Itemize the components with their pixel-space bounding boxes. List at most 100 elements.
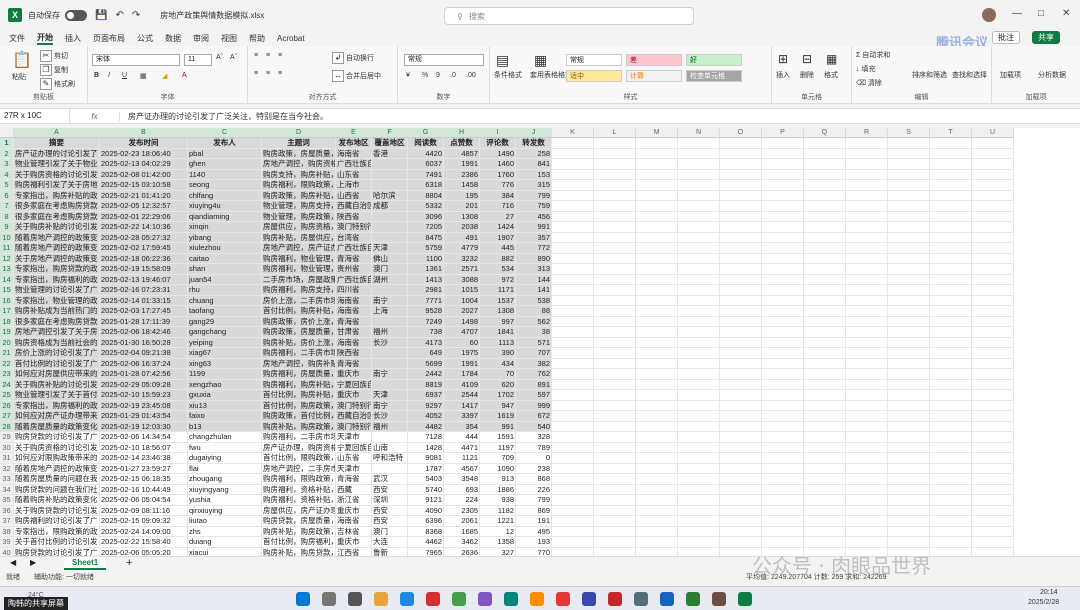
wrap-text-button[interactable]: ↲ 自动换行 (332, 52, 374, 64)
cell[interactable]: 4173 (408, 337, 444, 348)
table-row[interactable]: 28 随着房屋质量的政策变化 2025-02-19 12:03:30 b13 购房补贴，… (0, 421, 1014, 432)
empty-cell[interactable] (720, 148, 762, 159)
explorer-icon[interactable] (374, 592, 388, 606)
table-row[interactable]: 14 专家指出，购房福利的政 2025-02-13 19:46:07 juan54 二手… (0, 274, 1014, 285)
cell[interactable]: 597 (516, 390, 552, 401)
cell[interactable]: 4109 (444, 379, 480, 390)
empty-cell[interactable] (762, 516, 804, 527)
cell[interactable]: 房屋供应，购房资格， (262, 222, 336, 233)
cell[interactable]: rhu (188, 285, 262, 296)
empty-cell[interactable] (636, 337, 678, 348)
empty-cell[interactable] (720, 537, 762, 548)
cell[interactable]: 1015 (444, 285, 480, 296)
empty-cell[interactable] (678, 537, 720, 548)
cell[interactable]: 专家指出，购房贷款的政 (14, 264, 100, 275)
cell[interactable]: 主题词 (262, 138, 336, 149)
empty-cell[interactable] (762, 337, 804, 348)
cell[interactable]: 2025-02-22 15:58:40 (100, 537, 188, 548)
empty-cell[interactable] (720, 159, 762, 170)
cell[interactable]: 7205 (408, 222, 444, 233)
cell[interactable]: 444 (444, 432, 480, 443)
menu-item-3[interactable]: 页面布局 (93, 33, 125, 44)
empty-cell[interactable] (594, 159, 636, 170)
cell[interactable]: 福州 (372, 327, 408, 338)
cell[interactable]: 1975 (444, 348, 480, 359)
align-right-icon[interactable]: ≡ (278, 70, 282, 77)
empty-cell[interactable] (762, 453, 804, 464)
empty-cell[interactable] (930, 180, 972, 191)
empty-cell[interactable] (636, 295, 678, 306)
empty-cell[interactable] (552, 211, 594, 222)
cell[interactable]: 2025-01-28 07:42:56 (100, 369, 188, 380)
spreadsheet-grid[interactable]: A B C D E F G H I J K L M N O P Q R S T U 1 摘要 发布时间 发布人 主题词 发布地区 覆盖… (0, 128, 1080, 556)
row-number[interactable]: 14 (0, 274, 14, 285)
empty-cell[interactable] (720, 253, 762, 264)
empty-cell[interactable] (552, 148, 594, 159)
cell[interactable]: 3096 (408, 211, 444, 222)
cell[interactable]: 2025-02-23 18:06:40 (100, 148, 188, 159)
empty-cell[interactable] (930, 526, 972, 537)
cell[interactable]: 868 (516, 474, 552, 485)
empty-cell[interactable] (552, 421, 594, 432)
cell[interactable]: 很多家庭在考虑购房贷款 (14, 211, 100, 222)
empty-cell[interactable] (846, 537, 888, 548)
empty-cell[interactable] (972, 264, 1014, 275)
empty-cell[interactable] (678, 148, 720, 159)
app-icon-12[interactable] (712, 592, 726, 606)
cell[interactable]: 海南省 (336, 516, 372, 527)
cell[interactable]: 5740 (408, 484, 444, 495)
cell[interactable]: 浙江省 (336, 495, 372, 506)
empty-cell[interactable] (972, 390, 1014, 401)
empty-cell[interactable] (888, 243, 930, 254)
empty-cell[interactable] (762, 285, 804, 296)
empty-cell[interactable] (594, 138, 636, 149)
empty-cell[interactable] (762, 442, 804, 453)
empty-cell[interactable] (762, 138, 804, 149)
cell[interactable]: 1221 (480, 516, 516, 527)
empty-cell[interactable] (972, 348, 1014, 359)
cell[interactable]: 1140 (188, 169, 262, 180)
empty-cell[interactable] (972, 400, 1014, 411)
cell[interactable]: 2025-02-01 22:29:06 (100, 211, 188, 222)
empty-cell[interactable] (888, 295, 930, 306)
empty-cell[interactable] (678, 442, 720, 453)
empty-cell[interactable] (888, 327, 930, 338)
cell[interactable]: 西藏自治区 (336, 411, 372, 422)
cell[interactable]: 随着房屋质量的问题在我 (14, 474, 100, 485)
cell[interactable]: 二手房市场，房屋政策， (262, 274, 336, 285)
fx-icon[interactable]: fx (70, 111, 120, 121)
empty-cell[interactable] (846, 148, 888, 159)
cell[interactable]: juan54 (188, 274, 262, 285)
cell[interactable]: 购房贷款的讨论引发了广 (14, 547, 100, 556)
empty-cell[interactable] (762, 411, 804, 422)
empty-cell[interactable] (846, 295, 888, 306)
cell[interactable]: 2025-02-06 14:34:54 (100, 432, 188, 443)
cell[interactable]: 2025-02-14 01:33:15 (100, 295, 188, 306)
cell[interactable]: 201 (444, 201, 480, 212)
cell[interactable]: 6396 (408, 516, 444, 527)
empty-cell[interactable] (888, 358, 930, 369)
cell[interactable]: 购房支持，购房补贴， (262, 169, 336, 180)
row-number[interactable]: 16 (0, 295, 14, 306)
empty-cell[interactable] (636, 148, 678, 159)
paste-button[interactable]: 粘贴 (12, 72, 26, 82)
cell[interactable]: 4779 (444, 243, 480, 254)
app-icon-8[interactable] (608, 592, 622, 606)
cell[interactable]: 西安 (372, 484, 408, 495)
cell[interactable]: xengzhao (188, 379, 262, 390)
cell[interactable]: 购房补贴成为当前热门的 (14, 306, 100, 317)
empty-cell[interactable] (636, 442, 678, 453)
cell[interactable]: 2025-02-06 05:04:54 (100, 495, 188, 506)
row-number[interactable]: 39 (0, 537, 14, 548)
empty-cell[interactable] (594, 526, 636, 537)
empty-cell[interactable] (762, 379, 804, 390)
empty-cell[interactable] (636, 369, 678, 380)
empty-cell[interactable] (594, 390, 636, 401)
empty-cell[interactable] (678, 190, 720, 201)
empty-cell[interactable] (552, 190, 594, 201)
row-number[interactable]: 17 (0, 306, 14, 317)
empty-cell[interactable] (804, 358, 846, 369)
empty-cell[interactable] (636, 201, 678, 212)
align-top-icon[interactable]: ≡ (254, 52, 258, 59)
autosave-toggle[interactable] (65, 9, 87, 21)
